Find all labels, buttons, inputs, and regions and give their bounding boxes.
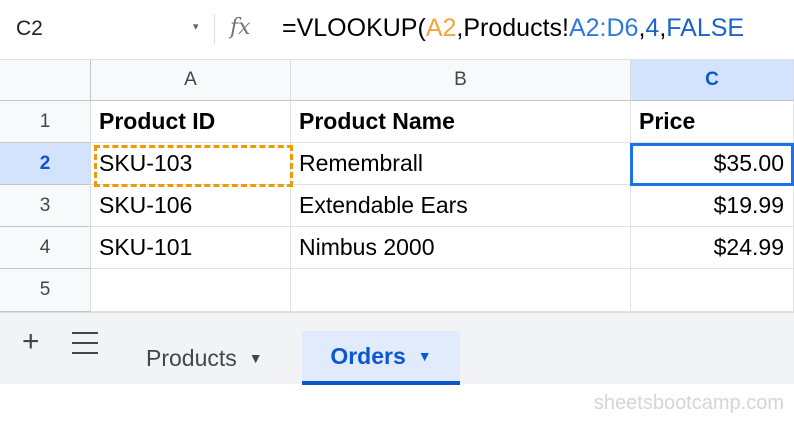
formula-reference-range: A2:D6 [568,14,639,42]
formula-input[interactable]: =VLOOKUP(A2,Products!A2:D6,4,FALSE [282,14,744,43]
tab-label: Orders [330,342,406,369]
select-all-corner[interactable] [0,60,91,101]
formula-part: ,Products! [456,14,569,42]
column-header-c[interactable]: C [631,60,794,101]
sheet-tab-bar: + Products ▼ Orders ▼ [0,312,794,385]
formula-number: 4 [645,14,660,42]
tab-orders[interactable]: Orders ▼ [302,331,460,385]
chevron-down-icon[interactable]: ▼ [249,350,263,366]
cell-c4[interactable]: $24.99 [631,227,794,269]
cell-c1[interactable]: Price [631,101,794,143]
name-box[interactable]: C2 [16,17,43,41]
formula-reference-a2: A2 [425,14,457,42]
add-sheet-icon[interactable]: + [22,327,40,357]
cell-a1[interactable]: Product ID [91,101,291,143]
row-header-5[interactable]: 5 [0,269,91,312]
cell-a5[interactable] [91,269,291,312]
chevron-down-icon[interactable]: ▼ [418,348,432,364]
cell-b5[interactable] [291,269,631,312]
cell-a3[interactable]: SKU-106 [91,185,291,227]
all-sheets-menu-icon[interactable] [72,332,98,354]
cell-b4[interactable]: Nimbus 2000 [291,227,631,269]
cell-c5[interactable] [631,269,794,312]
row-header-4[interactable]: 4 [0,227,91,269]
formula-part: =VLOOKUP( [282,14,426,42]
divider [214,14,215,44]
formula-boolean: FALSE [666,14,745,42]
cell-c3[interactable]: $19.99 [631,185,794,227]
tab-label: Products [146,344,237,371]
cell-b3[interactable]: Extendable Ears [291,185,631,227]
cell-a2[interactable]: SKU-103 [91,143,291,185]
tab-products[interactable]: Products ▼ [146,331,263,385]
row-header-3[interactable]: 3 [0,185,91,227]
chevron-down-icon[interactable]: ▾ [193,20,199,33]
column-header-a[interactable]: A [91,60,291,101]
cell-a4[interactable]: SKU-101 [91,227,291,269]
cell-b1[interactable]: Product Name [291,101,631,143]
row-header-2[interactable]: 2 [0,143,91,185]
cell-b2[interactable]: Remembrall [291,143,631,185]
formula-bar: C2 ▾ fx =VLOOKUP(A2,Products!A2:D6,4,FAL… [0,0,794,60]
watermark: sheetsbootcamp.com [593,392,784,414]
column-header-b[interactable]: B [291,60,631,101]
fx-icon: fx [230,15,251,40]
cell-c2[interactable]: $35.00 [631,143,794,185]
row-header-1[interactable]: 1 [0,101,91,143]
